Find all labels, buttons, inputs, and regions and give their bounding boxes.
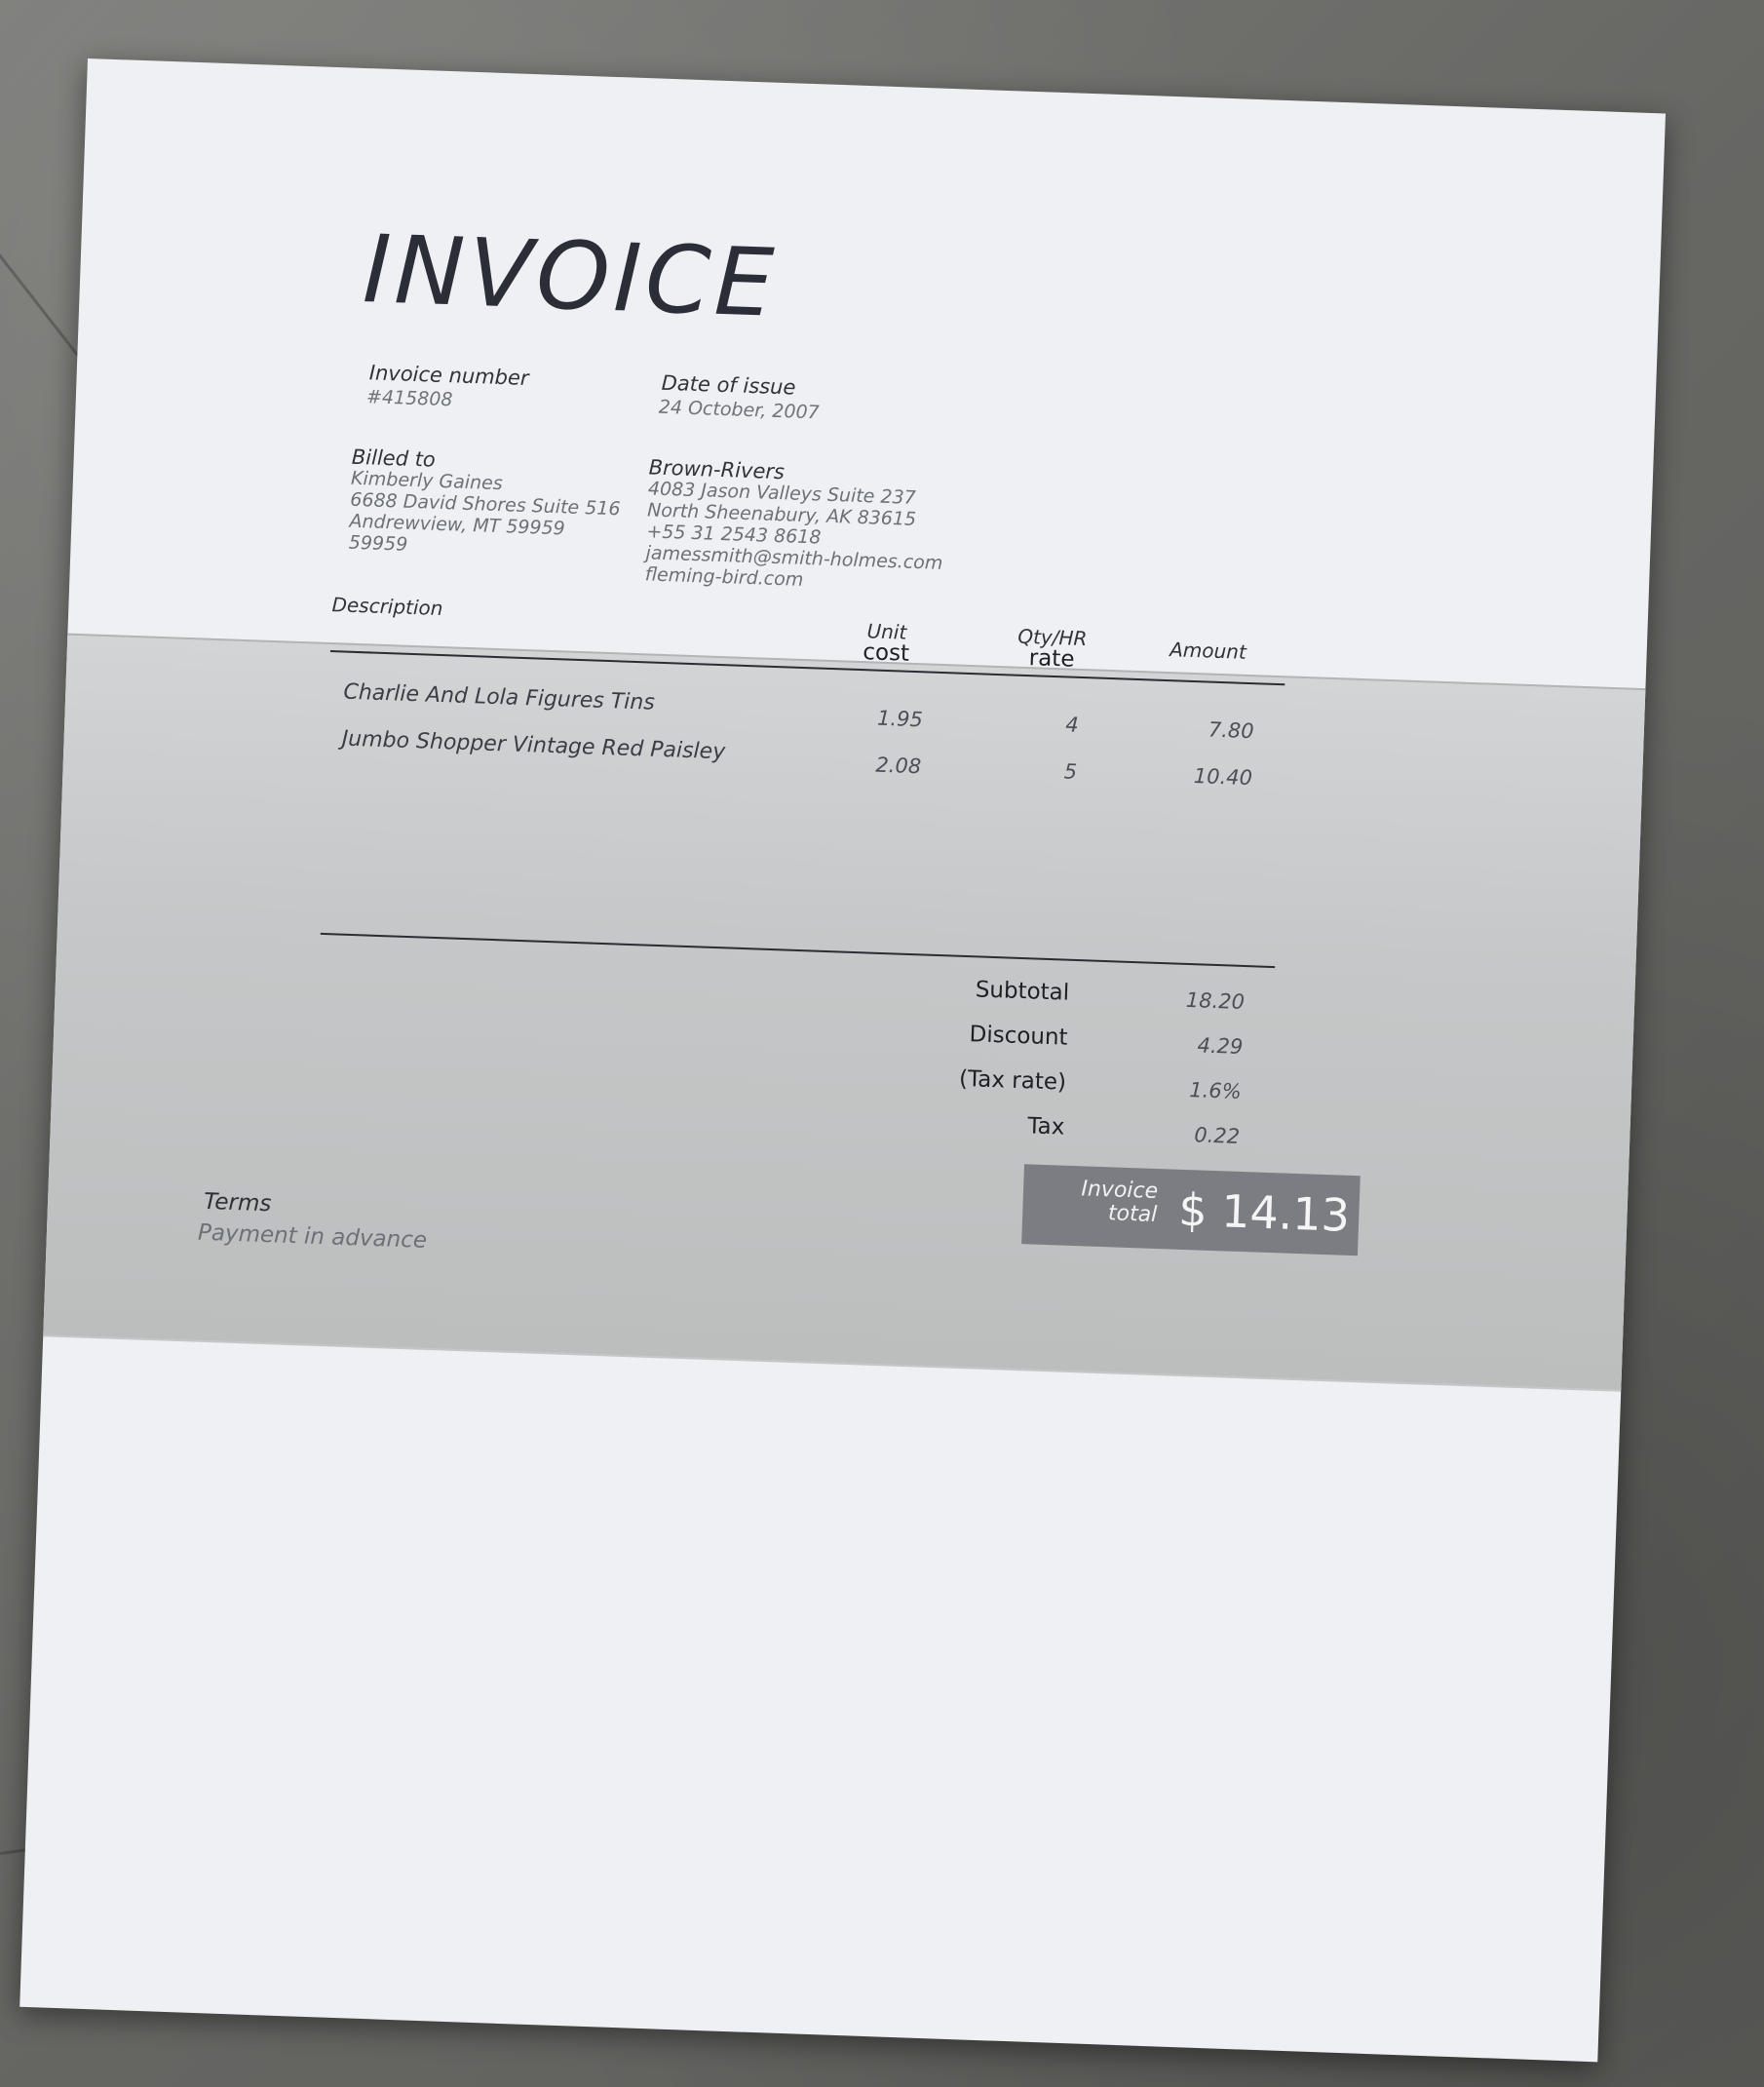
fold-shadow <box>43 633 1646 1390</box>
billed-to-block: Billed to Kimberly Gaines 6688 David Sho… <box>348 445 622 563</box>
invoice-paper: INVOICE Invoice number #415808 Date of i… <box>19 58 1667 2063</box>
subtotal-value: 18.20 <box>1185 987 1246 1015</box>
unit-cost-header-bottom: cost <box>862 639 910 667</box>
amount-header: Amount <box>1169 638 1247 664</box>
invoice-total-box: Invoice total $ 14.13 <box>1021 1164 1361 1256</box>
item-amount: 7.80 <box>1208 717 1255 744</box>
date-of-issue: 24 October, 2007 <box>658 396 821 424</box>
seller-block: Brown-Rivers 4083 Jason Valleys Suite 23… <box>644 455 945 596</box>
unit-cost-header: Unit cost <box>827 619 945 667</box>
tax-value: 0.22 <box>1193 1123 1241 1148</box>
description-header: Description <box>331 593 443 621</box>
invoice-number: #415808 <box>365 386 453 411</box>
qty-header: Qty/HR rate <box>993 625 1111 673</box>
item-qty: 5 <box>1063 759 1078 784</box>
item-unit-cost: 2.08 <box>875 753 922 779</box>
discount-value: 4.29 <box>1197 1033 1244 1059</box>
invoice-total-label-line1: Invoice <box>1081 1177 1159 1205</box>
qty-header-bottom: rate <box>1028 645 1075 673</box>
invoice-total-label: Invoice total <box>1059 1177 1159 1228</box>
invoice-total-value: $ 14.13 <box>1177 1182 1351 1242</box>
date-of-issue-label: Date of issue <box>661 370 796 400</box>
tax-rate-value: 1.6% <box>1188 1078 1243 1103</box>
invoice-total-label-line2: total <box>1107 1201 1158 1228</box>
line-items: Charlie And Lola Figures Tins 1.95 4 7.8… <box>88 58 1666 791</box>
table-row: Jumbo Shopper Vintage Red Paisley 2.08 5… <box>88 58 1666 791</box>
item-unit-cost: 1.95 <box>876 706 924 732</box>
invoice-title: INVOICE <box>361 214 780 338</box>
table-row: Charlie And Lola Figures Tins 1.95 4 7.8… <box>88 58 1666 744</box>
invoice-number-label: Invoice number <box>368 361 529 390</box>
item-qty: 4 <box>1064 713 1080 737</box>
terms-label: Terms <box>203 1188 272 1217</box>
item-amount: 10.40 <box>1193 764 1253 791</box>
